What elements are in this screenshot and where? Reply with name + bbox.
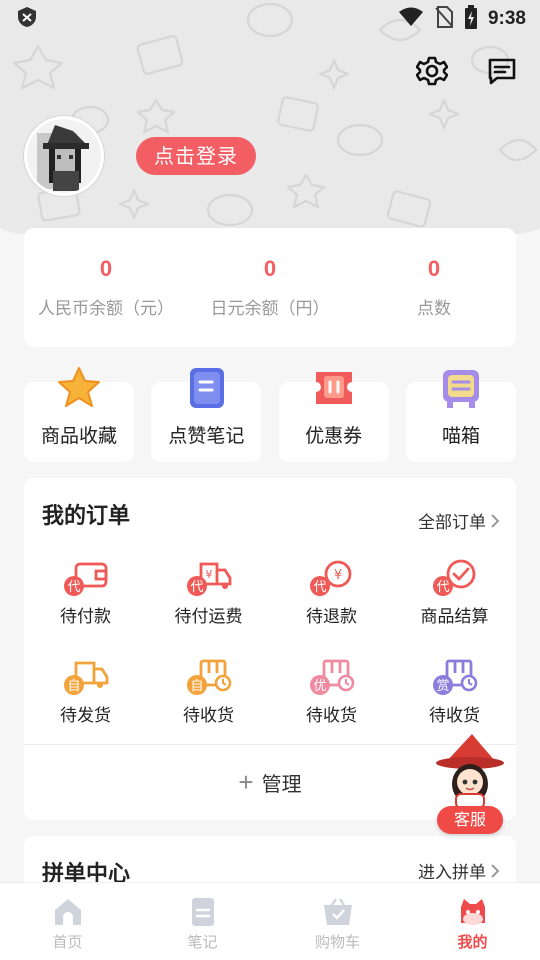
order-label: 待付运费 [174, 607, 243, 627]
package-clock-icon: 赏 [432, 659, 477, 695]
top-actions [416, 55, 518, 87]
battery-charging-icon [464, 5, 478, 33]
tile-mailbox[interactable]: 喵箱 [405, 370, 516, 462]
nav-label: 首页 [52, 933, 83, 951]
tile-liked-notes[interactable]: 点赞笔记 [151, 368, 262, 462]
order-badge: 代 [190, 580, 203, 595]
order-badge: 代 [436, 580, 449, 595]
refund-coin-icon: ¥ 代 [309, 560, 351, 596]
orders-title: 我的订单 [42, 504, 131, 529]
order-badge: 赏 [436, 679, 449, 694]
all-orders-link[interactable]: 全部订单 [418, 508, 500, 533]
nav-label: 我的 [457, 933, 488, 951]
package-clock-icon: 自 [186, 659, 231, 695]
shield-icon [16, 6, 38, 32]
delivery-truck-icon: 自 [63, 661, 108, 695]
enter-group-buy-link[interactable]: 进入拼单 [418, 858, 500, 883]
order-badge: 自 [67, 679, 80, 694]
order-badge: 优 [313, 679, 326, 694]
order-badge: 代 [67, 580, 80, 595]
order-pending-receive-prize[interactable]: 赏 待收货 [393, 657, 516, 726]
nav-label: 笔记 [187, 933, 218, 951]
order-badge: 代 [313, 580, 326, 595]
order-label: 待收货 [183, 706, 234, 726]
chevron-right-icon [491, 863, 500, 878]
witch-mascot-icon[interactable] [432, 732, 508, 812]
tile-label: 商品收藏 [40, 425, 117, 447]
balance-cny[interactable]: 0 人民币余额（元） [24, 228, 188, 347]
balance-value: 0 [427, 256, 441, 281]
no-sim-icon [434, 6, 454, 32]
settings-gear-icon[interactable] [416, 55, 448, 87]
all-orders-label: 全部订单 [418, 513, 486, 533]
order-label: 待收货 [429, 706, 480, 726]
svg-text:¥: ¥ [333, 568, 341, 583]
customer-service-button[interactable]: 客服 [437, 806, 503, 834]
order-label: 待收货 [306, 706, 357, 726]
balance-card: 0 人民币余额（元） 0 日元余额（円） 0 点数 [24, 228, 516, 347]
order-pending-shipping-fee[interactable]: ¥ 代 待付运费 [147, 558, 270, 627]
balance-label: 日元余额（円） [210, 299, 330, 319]
mail-box-icon [442, 370, 479, 408]
star-icon [58, 367, 100, 407]
plus-icon: + [238, 767, 254, 797]
order-label: 待退款 [306, 607, 357, 627]
order-label: 待发货 [60, 706, 111, 726]
status-time: 9:38 [487, 8, 526, 29]
balance-jpy[interactable]: 0 日元余额（円） [188, 228, 352, 347]
wallet-icon: 代 [63, 562, 107, 596]
balance-value: 0 [99, 256, 113, 281]
profile-cat-icon [460, 899, 485, 925]
tile-label: 喵箱 [441, 425, 480, 447]
order-settlement[interactable]: 代 商品结算 [393, 558, 516, 627]
order-label: 商品结算 [420, 607, 489, 627]
package-clock-icon: 优 [309, 659, 354, 695]
order-pending-refund[interactable]: ¥ 代 待退款 [270, 558, 393, 627]
nav-notes[interactable]: 笔记 [135, 883, 270, 960]
truck-yen-icon: ¥ 代 [186, 562, 231, 596]
svg-text:¥: ¥ [205, 568, 212, 581]
status-bar: 9:38 [0, 0, 540, 38]
order-pending-payment[interactable]: 代 待付款 [24, 558, 147, 627]
order-badge: 自 [190, 679, 203, 694]
order-pending-receive-deal[interactable]: 优 待收货 [270, 657, 393, 726]
notes-icon [191, 898, 214, 926]
nav-home[interactable]: 首页 [0, 883, 135, 960]
enter-group-buy-label: 进入拼单 [418, 863, 486, 883]
coupon-icon [315, 372, 352, 404]
message-icon[interactable] [486, 55, 518, 87]
order-status-grid: 代 待付款 ¥ 代 待付运费 ¥ 代 待退款 代 商品结算 自 待发货 自 待收… [24, 558, 516, 726]
manage-label: 管理 [261, 772, 302, 796]
cart-icon [323, 898, 352, 925]
balance-label: 人民币余额（元） [38, 299, 174, 319]
pixel-witch-avatar-image [27, 119, 101, 193]
avatar[interactable] [24, 116, 104, 196]
tile-label: 点赞笔记 [168, 425, 245, 447]
tile-favorites[interactable]: 商品收藏 [24, 367, 134, 462]
home-icon [54, 899, 81, 925]
quick-tiles: 商品收藏 点赞笔记 优惠券 喵箱 [24, 367, 516, 462]
order-pending-ship[interactable]: 自 待发货 [24, 657, 147, 726]
order-pending-receive-self[interactable]: 自 待收货 [147, 657, 270, 726]
bottom-nav: 首页 笔记 购物车 我的 [0, 882, 540, 960]
nav-mine[interactable]: 我的 [405, 883, 540, 960]
order-label: 待付款 [60, 607, 111, 627]
balance-points[interactable]: 0 点数 [352, 228, 516, 347]
note-icon [190, 368, 225, 408]
tile-coupons[interactable]: 优惠券 [278, 372, 389, 462]
nav-cart[interactable]: 购物车 [270, 883, 405, 960]
nav-label: 购物车 [314, 933, 360, 951]
chevron-right-icon [491, 513, 500, 528]
balance-label: 点数 [417, 299, 451, 319]
balance-value: 0 [263, 256, 277, 281]
check-circle-icon: 代 [432, 559, 475, 596]
tile-label: 优惠券 [305, 425, 363, 447]
wifi-icon [398, 7, 424, 31]
login-button[interactable]: 点击登录 [136, 137, 256, 175]
